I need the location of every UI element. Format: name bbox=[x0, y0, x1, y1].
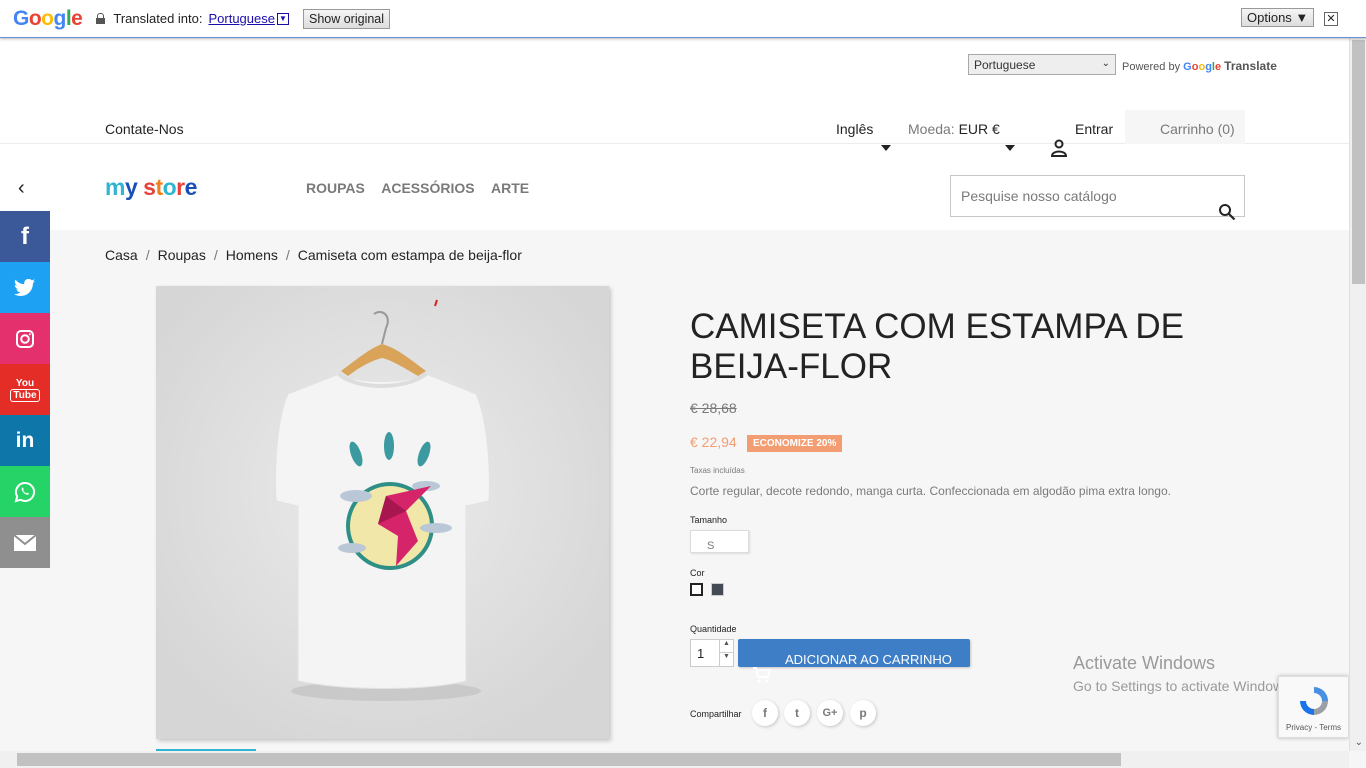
horizontal-scroll-thumb[interactable] bbox=[17, 753, 1121, 766]
quantity-value: 1 bbox=[697, 646, 705, 661]
add-to-cart-button[interactable]: ADICIONAR AO CARRINHO bbox=[738, 639, 970, 667]
chevron-down-icon: ⌄ bbox=[1101, 58, 1110, 69]
powered-by-label: Powered by bbox=[1122, 61, 1181, 73]
windows-activation-notice: Activate Windows Go to Settings to activ… bbox=[1073, 653, 1294, 694]
color-label: Cor bbox=[690, 568, 705, 578]
breadcrumb-current: Camiseta com estampa de beija-flor bbox=[297, 247, 522, 263]
tax-label: Taxas incluídas bbox=[690, 466, 745, 475]
language-value: Inglês bbox=[836, 121, 874, 137]
site-header: Portuguese ⌄ Powered by Google Translate… bbox=[0, 39, 1349, 230]
facebook-icon[interactable]: f bbox=[0, 211, 50, 262]
youtube-label-top: You bbox=[15, 377, 35, 389]
instagram-icon[interactable] bbox=[0, 313, 50, 364]
recaptcha-icon bbox=[1299, 687, 1328, 715]
social-sidebar: f You Tube in bbox=[0, 211, 50, 568]
breadcrumb-item[interactable]: Casa bbox=[105, 247, 138, 263]
chevron-up-icon[interactable]: ▲ bbox=[719, 640, 733, 653]
search-input[interactable]: Pesquise nosso catálogo bbox=[950, 175, 1245, 221]
translated-language-link[interactable]: Portuguese bbox=[208, 11, 275, 26]
vertical-scrollbar[interactable] bbox=[1349, 38, 1366, 751]
share-twitter-icon[interactable]: t bbox=[784, 700, 810, 726]
google-language-select-value: Portuguese bbox=[974, 58, 1036, 72]
user-icon[interactable] bbox=[1049, 139, 1069, 157]
discount-badge: ECONOMIZE 20% bbox=[747, 435, 843, 452]
color-swatch-white[interactable] bbox=[690, 583, 703, 596]
cart-link[interactable]: Carrinho (0) bbox=[1125, 110, 1245, 144]
contact-link[interactable]: Contate-Nos bbox=[105, 121, 184, 137]
language-dropdown-icon[interactable]: ▼ bbox=[276, 12, 289, 25]
google-small-logo: Google bbox=[1183, 61, 1222, 73]
show-original-button[interactable]: Show original bbox=[302, 8, 391, 29]
back-arrow-icon[interactable]: ‹ bbox=[18, 177, 25, 200]
twitter-icon[interactable] bbox=[0, 262, 50, 313]
linkedin-icon[interactable]: in bbox=[0, 415, 50, 466]
main-menu: ROUPAS ACESSÓRIOS ARTE bbox=[306, 180, 542, 196]
size-label: Tamanho bbox=[690, 515, 728, 525]
google-language-select[interactable]: Portuguese ⌄ bbox=[968, 54, 1116, 75]
search-placeholder: Pesquise nosso catálogo bbox=[961, 188, 1117, 204]
current-price: € 22,94 bbox=[690, 434, 737, 450]
recaptcha-badge[interactable]: Privacy - Terms bbox=[1278, 676, 1349, 738]
top-nav: Contate-Nos Inglês Moeda: EUR € Entrar C… bbox=[0, 110, 1349, 157]
powered-by-google: Powered by Google Translate bbox=[1122, 59, 1277, 73]
activation-title: Activate Windows bbox=[1073, 653, 1216, 673]
tshirt-illustration bbox=[156, 286, 609, 739]
caret-down-icon bbox=[1005, 145, 1015, 151]
whatsapp-icon[interactable] bbox=[0, 466, 50, 517]
currency-value: EUR € bbox=[958, 121, 1000, 137]
breadcrumb: Casa / Roupas / Homens / Camiseta com estampa … bbox=[105, 247, 522, 263]
scroll-down-arrow-icon[interactable]: ⌄ bbox=[1355, 737, 1363, 748]
size-select[interactable]: S bbox=[690, 530, 749, 553]
breadcrumb-item[interactable]: Roupas bbox=[158, 247, 206, 263]
color-swatch-dark[interactable] bbox=[711, 583, 724, 596]
old-price: € 28,68 bbox=[690, 400, 737, 416]
activation-subtitle: Go to Settings to activate Windows. bbox=[1073, 678, 1294, 694]
sign-in-link[interactable]: Entrar bbox=[1075, 121, 1113, 137]
menu-item-roupas[interactable]: ROUPAS bbox=[306, 180, 365, 196]
share-googleplus-icon[interactable]: G+ bbox=[817, 700, 843, 726]
close-icon[interactable]: ✕ bbox=[1324, 12, 1338, 26]
youtube-label-bottom: Tube bbox=[10, 388, 40, 402]
email-icon[interactable] bbox=[0, 517, 50, 568]
google-logo: Google bbox=[13, 6, 83, 30]
horizontal-scrollbar[interactable] bbox=[0, 751, 1349, 768]
options-button[interactable]: Options ▼ bbox=[1241, 8, 1315, 27]
currency-label: Moeda: bbox=[908, 121, 955, 137]
store-logo[interactable]: my store bbox=[105, 174, 197, 201]
youtube-icon[interactable]: You Tube bbox=[0, 364, 50, 415]
breadcrumb-separator: / bbox=[285, 247, 290, 263]
translate-label: Translate bbox=[1224, 59, 1277, 73]
language-selector[interactable]: Inglês bbox=[836, 121, 891, 151]
search-icon[interactable] bbox=[1218, 203, 1236, 221]
currency-selector[interactable]: Moeda: EUR € bbox=[908, 121, 1015, 151]
cart-label: Carrinho (0) bbox=[1160, 121, 1235, 137]
vertical-scroll-thumb[interactable] bbox=[1352, 40, 1365, 284]
lock-icon bbox=[96, 13, 106, 24]
add-to-cart-label: ADICIONAR AO CARRINHO bbox=[785, 652, 952, 667]
share-facebook-icon[interactable]: f bbox=[752, 700, 778, 726]
quantity-label: Quantidade bbox=[690, 624, 737, 634]
product-title: CAMISETA COM ESTAMPA DE BEIJA-FLOR bbox=[690, 307, 1184, 386]
menu-item-acessorios[interactable]: ACESSÓRIOS bbox=[381, 180, 474, 196]
recaptcha-links[interactable]: Privacy - Terms bbox=[1279, 723, 1348, 732]
product-image[interactable] bbox=[156, 286, 609, 739]
menu-item-arte[interactable]: ARTE bbox=[491, 180, 529, 196]
breadcrumb-item[interactable]: Homens bbox=[226, 247, 278, 263]
quantity-stepper[interactable]: 1 ▲ ▼ bbox=[690, 639, 734, 667]
translated-into-label: Translated into: bbox=[113, 11, 203, 26]
size-value: S bbox=[707, 540, 715, 552]
google-translate-bar: Google Translated into: Portuguese ▼ Sho… bbox=[0, 0, 1366, 38]
chevron-down-icon[interactable]: ▼ bbox=[719, 653, 733, 666]
caret-down-icon bbox=[881, 145, 891, 151]
breadcrumb-separator: / bbox=[213, 247, 218, 263]
share-pinterest-icon[interactable]: p bbox=[850, 700, 876, 726]
share-label: Compartilhar bbox=[690, 709, 742, 719]
product-description: Corte regular, decote redondo, manga cur… bbox=[690, 484, 1171, 498]
breadcrumb-separator: / bbox=[145, 247, 150, 263]
shopping-cart-icon bbox=[753, 667, 772, 683]
